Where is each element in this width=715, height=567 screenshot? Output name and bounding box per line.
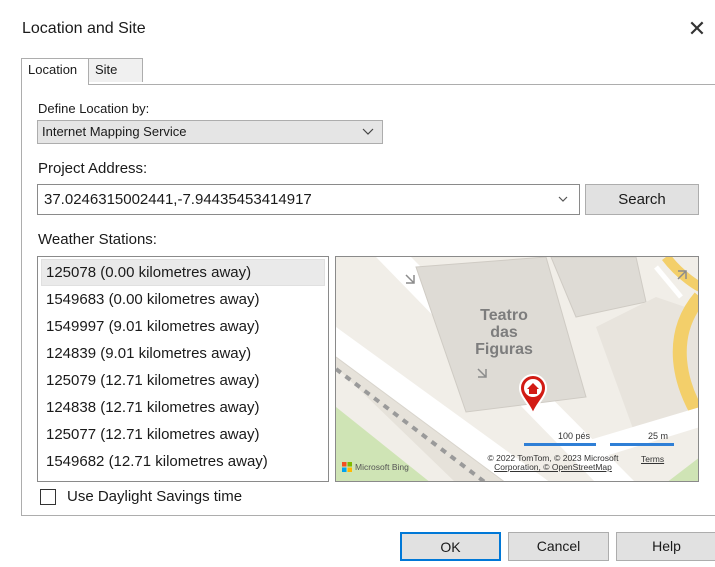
help-button[interactable]: Help xyxy=(616,532,715,561)
copyright-line: Corporation, © OpenStreetMap xyxy=(494,462,612,472)
daylight-savings-checkbox[interactable] xyxy=(40,489,56,505)
map-place-line: das xyxy=(490,324,518,341)
list-item[interactable]: 1549682 (12.71 kilometres away) xyxy=(38,448,328,475)
bing-brand: Microsoft Bing xyxy=(355,462,409,472)
daylight-savings-label: Use Daylight Savings time xyxy=(67,488,243,505)
list-item[interactable]: 124839 (9.01 kilometres away) xyxy=(38,340,328,367)
map-place-line: Figuras xyxy=(475,341,533,358)
map-place-line: Teatro xyxy=(480,307,528,324)
project-address-field[interactable]: 37.0246315002441,-7.94435453414917 xyxy=(37,184,580,215)
define-location-label: Define Location by: xyxy=(38,101,150,116)
title-bar: Location and Site ✕ xyxy=(0,0,715,58)
map-view[interactable]: Teatro das Figuras 100 pés 25 m © 2022 T… xyxy=(335,256,699,482)
cancel-button[interactable]: Cancel xyxy=(508,532,609,561)
tab-site[interactable]: Site xyxy=(88,58,143,82)
tab-location[interactable]: Location xyxy=(21,58,89,85)
map-canvas xyxy=(336,257,698,481)
map-place-label: Teatro das Figuras xyxy=(474,307,534,358)
dialog-footer: OK Cancel Help xyxy=(0,517,715,567)
weather-stations-list[interactable]: 125078 (0.00 kilometres away) 1549683 (0… xyxy=(37,256,329,482)
list-item[interactable]: 125079 (12.71 kilometres away) xyxy=(38,367,328,394)
list-item[interactable]: 1549997 (9.01 kilometres away) xyxy=(38,313,328,340)
home-pin-icon[interactable] xyxy=(518,373,548,415)
dialog-title: Location and Site xyxy=(22,20,146,37)
define-location-select[interactable]: Internet Mapping Service xyxy=(37,120,383,144)
terms-link[interactable]: Terms xyxy=(641,454,664,464)
location-and-site-dialog: Location and Site ✕ Location Site Define… xyxy=(0,0,715,567)
ok-button[interactable]: OK xyxy=(400,532,501,561)
list-item[interactable]: 125078 (0.00 kilometres away) xyxy=(41,259,325,286)
chevron-down-icon xyxy=(362,121,374,150)
scale-label-metres: 25 m xyxy=(648,431,669,441)
list-item[interactable]: 125077 (12.71 kilometres away) xyxy=(38,421,328,448)
scale-label-feet: 100 pés xyxy=(558,431,591,441)
define-location-value: Internet Mapping Service xyxy=(42,124,187,139)
microsoft-logo-icon xyxy=(342,462,352,472)
close-icon[interactable]: ✕ xyxy=(682,14,712,44)
map-copyright: © 2022 TomTom, © 2023 Microsoft Corporat… xyxy=(468,454,638,472)
search-button[interactable]: Search xyxy=(585,184,699,215)
weather-stations-label: Weather Stations: xyxy=(38,231,157,248)
list-item[interactable]: 1549683 (0.00 kilometres away) xyxy=(38,286,328,313)
project-address-label: Project Address: xyxy=(38,160,148,177)
project-address-value: 37.0246315002441,-7.94435453414917 xyxy=(44,191,312,208)
list-item[interactable]: 124838 (12.71 kilometres away) xyxy=(38,394,328,421)
scale-bar-feet xyxy=(524,443,596,446)
chevron-down-icon[interactable] xyxy=(557,185,569,225)
scale-bar-metres xyxy=(610,443,674,446)
